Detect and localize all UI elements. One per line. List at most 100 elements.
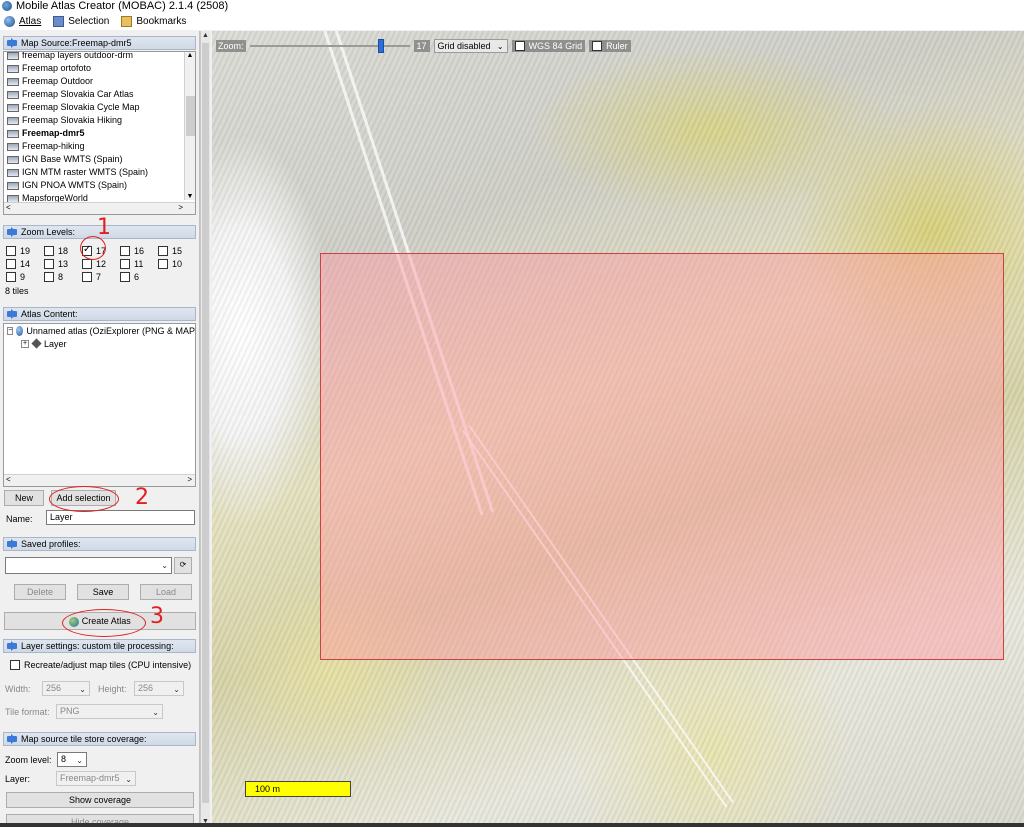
- map-source-icon: [7, 103, 19, 112]
- map-source-item[interactable]: Freemap-dmr5: [4, 127, 195, 140]
- scroll-thumb[interactable]: [186, 96, 195, 136]
- width-select[interactable]: 256 ⌄: [42, 681, 90, 696]
- map-source-item[interactable]: IGN MTM raster WMTS (Spain): [4, 166, 195, 179]
- map-source-item[interactable]: Freemap-hiking: [4, 140, 195, 153]
- zoom-slider[interactable]: [249, 39, 410, 53]
- zoom-level-checkbox[interactable]: [82, 258, 92, 269]
- collapse-arrow-icon: [7, 38, 17, 48]
- scroll-down-icon[interactable]: ▼: [185, 193, 195, 200]
- map-source-hscrollbar[interactable]: < >: [4, 202, 195, 214]
- grid-select-value: Grid disabled: [437, 41, 491, 51]
- height-label: Height:: [98, 684, 127, 694]
- wgs84-grid-toggle[interactable]: WGS 84 Grid: [511, 40, 586, 52]
- layer-node-label: Layer: [44, 338, 67, 349]
- tile-format-label: Tile format:: [5, 707, 50, 717]
- zoom-level-option[interactable]: 18: [44, 245, 82, 256]
- menu-bookmarks[interactable]: Bookmarks: [121, 15, 186, 27]
- zoom-level-option[interactable]: 7: [82, 271, 120, 282]
- left-panel-scrollbar[interactable]: ▲ ▼: [200, 31, 210, 827]
- map-source-item[interactable]: freemap layers outdoor-drm: [4, 52, 195, 62]
- zoom-level-checkbox[interactable]: [120, 271, 130, 282]
- zoom-level-checkbox[interactable]: [158, 258, 168, 269]
- ruler-checkbox[interactable]: [592, 41, 603, 51]
- atlas-tree-hscrollbar[interactable]: < >: [4, 474, 195, 486]
- zoom-level-option[interactable]: 11: [120, 258, 158, 269]
- slider-knob[interactable]: [377, 39, 384, 53]
- map-source-header[interactable]: Map Source:Freemap-dmr5: [3, 36, 196, 50]
- delete-profile-button[interactable]: Delete: [14, 584, 66, 600]
- zoom-level-checkbox[interactable]: [6, 245, 16, 256]
- scroll-up-icon[interactable]: ▲: [201, 31, 210, 41]
- new-layer-button[interactable]: New: [4, 490, 44, 506]
- menu-selection[interactable]: Selection: [53, 15, 109, 27]
- grid-select[interactable]: Grid disabled ⌄: [433, 39, 508, 53]
- map-source-item[interactable]: Freemap Slovakia Car Atlas: [4, 88, 195, 101]
- map-source-item[interactable]: IGN Base WMTS (Spain): [4, 153, 195, 166]
- zoom-level-option[interactable]: 12: [82, 258, 120, 269]
- taskbar-edge: [0, 823, 1024, 827]
- scroll-right-icon[interactable]: >: [187, 475, 192, 484]
- map-source-item[interactable]: Freemap Slovakia Cycle Map: [4, 101, 195, 114]
- coverage-layer-select[interactable]: Freemap-dmr5 ⌄: [56, 771, 136, 786]
- zoom-level-checkbox[interactable]: [44, 271, 54, 282]
- scroll-thumb[interactable]: [202, 43, 209, 803]
- profile-select[interactable]: ⌄: [5, 557, 172, 574]
- scroll-right-icon[interactable]: >: [178, 203, 183, 212]
- zoom-level-checkbox[interactable]: [44, 258, 54, 269]
- map-source-list-scrollbar[interactable]: ▲ ▼: [184, 52, 195, 200]
- zoom-level-option[interactable]: 15: [158, 245, 196, 256]
- collapse-arrow-icon: [7, 227, 17, 237]
- zoom-level-checkbox[interactable]: [6, 258, 16, 269]
- atlas-content-header[interactable]: Atlas Content:: [3, 307, 196, 321]
- layer-name-input[interactable]: Layer: [46, 510, 195, 525]
- scroll-left-icon[interactable]: <: [6, 203, 11, 212]
- tree-layer-node[interactable]: + Layer: [4, 337, 195, 350]
- map-source-item[interactable]: Freemap Outdoor: [4, 75, 195, 88]
- scroll-left-icon[interactable]: <: [6, 475, 11, 484]
- menu-atlas[interactable]: Atlas: [4, 15, 41, 27]
- scroll-up-icon[interactable]: ▲: [185, 52, 195, 59]
- expand-icon[interactable]: +: [21, 339, 29, 348]
- ruler-toggle[interactable]: Ruler: [589, 40, 631, 52]
- zoom-level-checkbox[interactable]: [158, 245, 168, 256]
- name-label: Name:: [6, 514, 33, 524]
- coverage-header[interactable]: Map source tile store coverage:: [3, 732, 196, 746]
- map-source-item[interactable]: Freemap Slovakia Hiking: [4, 114, 195, 127]
- zoom-level-option[interactable]: 10: [158, 258, 196, 269]
- zoom-level-option[interactable]: 9: [6, 271, 44, 282]
- saved-profiles-header[interactable]: Saved profiles:: [3, 537, 196, 551]
- show-coverage-button[interactable]: Show coverage: [6, 792, 194, 808]
- coverage-zoom-select[interactable]: 8 ⌄: [57, 752, 87, 767]
- load-profile-button[interactable]: Load: [140, 584, 192, 600]
- map-source-icon: [7, 155, 19, 164]
- zoom-level-checkbox[interactable]: [120, 258, 130, 269]
- tile-format-select[interactable]: PNG ⌄: [56, 704, 163, 719]
- zoom-level-option[interactable]: 6: [120, 271, 158, 282]
- zoom-level-checkbox[interactable]: [44, 245, 54, 256]
- zoom-level-label: 12: [96, 258, 107, 269]
- tree-atlas-node[interactable]: − Unnamed atlas (OziExplorer (PNG & MAP: [4, 324, 195, 337]
- collapse-icon[interactable]: −: [7, 326, 14, 335]
- zoom-level-option[interactable]: 14: [6, 258, 44, 269]
- layer-settings-header[interactable]: Layer settings: custom tile processing:: [3, 639, 196, 653]
- recreate-tiles-checkbox[interactable]: [10, 660, 20, 670]
- zoom-level-option[interactable]: 19: [6, 245, 44, 256]
- recreate-tiles-checkbox-row[interactable]: Recreate/adjust map tiles (CPU intensive…: [10, 660, 191, 670]
- height-select[interactable]: 256 ⌄: [134, 681, 184, 696]
- refresh-profiles-button[interactable]: ⟳: [174, 557, 192, 574]
- zoom-level-option[interactable]: 13: [44, 258, 82, 269]
- zoom-level-checkbox[interactable]: [82, 271, 92, 282]
- map-view[interactable]: Zoom: 17 Grid disabled ⌄ WGS 84 Grid Rul…: [212, 31, 1024, 827]
- zoom-level-option[interactable]: 8: [44, 271, 82, 282]
- save-profile-button[interactable]: Save: [77, 584, 129, 600]
- atlas-tree[interactable]: − Unnamed atlas (OziExplorer (PNG & MAP …: [3, 323, 196, 487]
- zoom-level-option[interactable]: 16: [120, 245, 158, 256]
- map-source-list[interactable]: freemap layers outdoor-drm Freemap ortofo…: [3, 51, 196, 215]
- title-bar: Mobile Atlas Creator (MOBAC) 2.1.4 (2508…: [0, 0, 1024, 12]
- selection-rectangle[interactable]: [320, 253, 1004, 660]
- map-source-item[interactable]: IGN PNOA WMTS (Spain): [4, 179, 195, 192]
- zoom-level-checkbox[interactable]: [6, 271, 16, 282]
- wgs84-checkbox[interactable]: [514, 41, 525, 51]
- zoom-level-checkbox[interactable]: [120, 245, 130, 256]
- map-source-item[interactable]: Freemap ortofoto: [4, 62, 195, 75]
